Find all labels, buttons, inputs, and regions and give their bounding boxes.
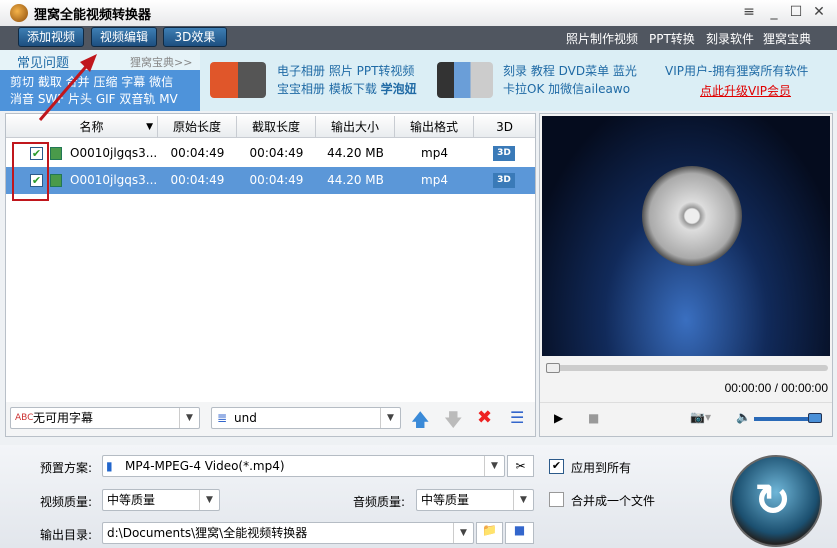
dvd-line1[interactable]: 刻录 教程 DVD菜单 蓝光 [503,62,637,80]
table-row[interactable]: ✔ O0010jlgqs3... 00:04:49 00:04:49 44.20… [6,167,535,194]
move-down-icon[interactable]: 🡇 [444,408,463,438]
row-checkbox[interactable]: ✔ [30,174,43,187]
seek-handle[interactable] [546,363,560,373]
add-video-button[interactable]: 添加视频 [18,27,84,47]
vip-upgrade-link[interactable]: 点此升级VIP会员 [700,82,791,99]
ppt-film-icon [210,62,266,98]
output-dir-label: 输出目录: [40,528,93,542]
col-output-format[interactable]: 输出格式 [395,116,474,138]
row-checkbox[interactable]: ✔ [30,147,43,160]
list-toolbar: ABC 无可用字幕 ▼ ≣ und ▼ 🡅 🡇 ✖ ☰ [5,402,536,437]
cell-clip-length: 00:04:49 [249,173,304,187]
col-original-length[interactable]: 原始长度 [158,116,237,138]
faq-title[interactable]: 常见问题 [17,52,69,71]
seek-bar[interactable] [546,363,828,373]
video-edit-button[interactable]: 视频编辑 [91,27,157,47]
preset-settings-icon[interactable]: ✂ [507,455,534,477]
vip-text: VIP用户-拥有狸窝所有软件 [665,64,809,78]
ppt-line2[interactable]: 宝宝相册 模板下载 [277,82,381,96]
clear-list-icon[interactable]: ☰ [510,408,524,427]
delete-icon[interactable]: ✖ [477,407,492,428]
col-name[interactable]: 名称 ▼ [6,116,158,138]
subtitle-icon: ABC [15,413,34,423]
dvd-line2[interactable]: 卡拉OK 加微信aileawo [503,80,630,98]
dvd-burn-icon [437,62,493,98]
preset-select[interactable]: ▮ MP4-MPEG-4 Video(*.mp4) ▼ [102,455,505,477]
preset-icon: ▮ [106,459,113,473]
cell-output-size: 44.20 MB [327,173,384,187]
ppt-line2-bold[interactable]: 学泡妞 [381,82,417,96]
table-row[interactable]: ✔ O0010jlgqs3... 00:04:49 00:04:49 44.20… [6,140,535,167]
merge-label: 合并成一个文件 [571,494,656,508]
merge-checkbox[interactable] [549,492,564,507]
col-3d[interactable]: 3D [474,116,535,138]
preview-panel: 00:00:00 / 00:00:00 ▶ ■ 📷▾ 🔈 [539,113,833,437]
subtitle-select[interactable]: ABC 无可用字幕 ▼ [10,407,200,429]
link-burn[interactable]: 刻录软件 [706,30,754,47]
link-guide[interactable]: 狸窝宝典 [763,30,811,47]
table-header: 名称 ▼ 原始长度 截取长度 输出大小 输出格式 3D [6,116,535,138]
3d-icon[interactable]: 3D [493,146,515,161]
3d-effect-button[interactable]: 3D效果 [163,27,227,47]
audio-quality-select[interactable]: 中等质量 ▼ [416,489,534,511]
snapshot-icon[interactable]: 📷▾ [690,410,711,424]
cell-clip-length: 00:04:49 [249,146,304,160]
preset-label: 预置方案: [40,461,93,475]
menu-icon[interactable]: ≡ [741,4,757,20]
cell-original-length: 00:04:49 [170,173,225,187]
volume-slider[interactable] [754,413,822,423]
title-bar: 狸窝全能视频转换器 ≡ _ ☐ ✕ [0,0,837,26]
video-quality-select[interactable]: 中等质量 ▼ [102,489,220,511]
volume-icon[interactable]: 🔈 [736,410,751,424]
apply-all-label: 应用到所有 [571,461,632,475]
faq-more-link[interactable]: 狸窝宝典>> [130,54,192,70]
volume-handle[interactable] [808,413,822,423]
folder-open-icon[interactable]: 📁 [476,522,503,544]
convert-button[interactable]: ↻ [730,455,822,547]
faq-line1[interactable]: 剪切 截取 合并 压缩 字幕 微信 [10,74,190,91]
video-quality-label: 视频质量: [40,495,93,509]
cell-output-format: mp4 [421,173,448,187]
move-up-icon[interactable]: 🡅 [411,408,430,438]
video-file-icon [50,174,62,187]
open-output-icon[interactable]: ■ [505,522,534,544]
col-clip-length[interactable]: 截取长度 [237,116,316,138]
film-reel-icon [642,166,742,266]
minimize-icon[interactable]: _ [766,4,782,20]
ppt-line1[interactable]: 电子相册 照片 PPT转视频 [277,62,414,80]
apply-all-checkbox[interactable]: ✔ [549,459,564,474]
app-logo-icon [10,4,28,22]
faq-links[interactable]: 剪切 截取 合并 压缩 字幕 微信 消音 SWF 片头 GIF 双音轨 MV [0,70,200,111]
3d-icon[interactable]: 3D [493,173,515,188]
maximize-icon[interactable]: ☐ [788,4,804,20]
window-title: 狸窝全能视频转换器 [34,8,152,23]
audio-quality-label: 音频质量: [353,495,406,509]
convert-icon: ↻ [754,475,791,526]
stop-icon[interactable]: ■ [588,411,599,425]
output-dir-select[interactable]: d:\Documents\狸窝\全能视频转换器 ▼ [102,522,474,544]
audio-track-select[interactable]: ≣ und ▼ [211,407,401,429]
settings-panel: 预置方案: ▮ MP4-MPEG-4 Video(*.mp4) ▼ ✂ ✔ 应用到所… [0,445,837,548]
faq-line2[interactable]: 消音 SWF 片头 GIF 双音轨 MV [10,91,190,108]
cell-name: O0010jlgqs3... [70,173,158,187]
time-display: 00:00:00 / 00:00:00 [724,381,828,395]
link-photo-video[interactable]: 照片制作视频 [566,30,638,47]
audio-track-icon: ≣ [217,411,228,425]
col-output-size[interactable]: 输出大小 [316,116,395,138]
close-icon[interactable]: ✕ [811,4,827,20]
ad-banner: 常见问题 狸窝宝典>> 剪切 截取 合并 压缩 字幕 微信 消音 SWF 片头 … [0,50,837,111]
cell-original-length: 00:04:49 [170,146,225,160]
file-list: 名称 ▼ 原始长度 截取长度 输出大小 输出格式 3D ✔ O0010jlgqs3… [5,113,536,437]
cell-output-format: mp4 [421,146,448,160]
video-screen [542,116,830,356]
play-icon[interactable]: ▶ [554,411,563,425]
link-ppt[interactable]: PPT转换 [649,30,695,47]
toolbar: 添加视频 视频编辑 3D效果 照片制作视频 PPT转换 刻录软件 狸窝宝典 [0,26,837,50]
cell-name: O0010jlgqs3... [70,146,158,160]
video-file-icon [50,147,62,160]
cell-output-size: 44.20 MB [327,146,384,160]
